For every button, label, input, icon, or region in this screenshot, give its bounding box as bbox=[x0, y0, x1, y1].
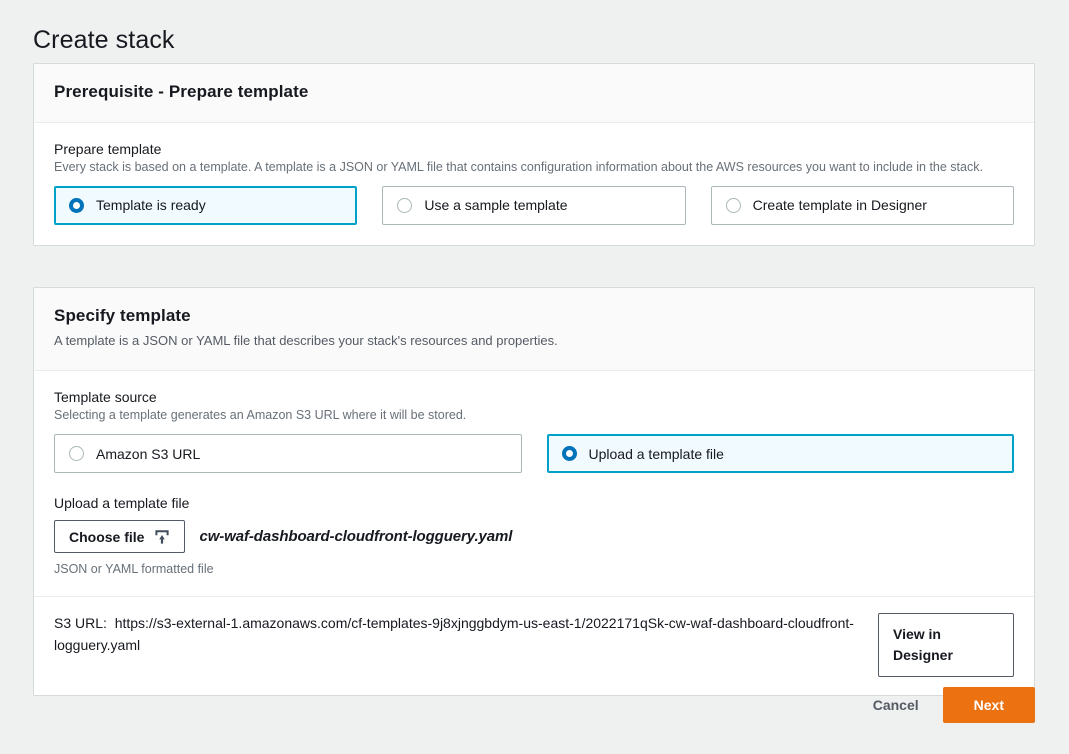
template-source-radio-group: Amazon S3 URL Upload a template file bbox=[54, 434, 1014, 474]
s3-url-text: S3 URL: https://s3-external-1.amazonaws.… bbox=[54, 613, 854, 656]
footer-actions: Cancel Next bbox=[867, 687, 1035, 723]
radio-upload-a-template-file-label: Upload a template file bbox=[588, 445, 724, 462]
specify-template-card-body: Template source Selecting a template gen… bbox=[34, 371, 1034, 597]
prepare-template-description: Every stack is based on a template. A te… bbox=[54, 160, 983, 174]
selected-file-name: cw-waf-dashboard-cloudfront-logguery.yam… bbox=[199, 528, 513, 546]
radio-use-a-sample-template[interactable]: Use a sample template bbox=[382, 185, 686, 225]
radio-indicator-icon bbox=[561, 446, 577, 462]
radio-indicator-icon bbox=[397, 197, 413, 213]
radio-upload-a-template-file[interactable]: Upload a template file bbox=[546, 434, 1014, 474]
template-source-description: Selecting a template generates an Amazon… bbox=[54, 408, 467, 423]
radio-amazon-s3-url[interactable]: Amazon S3 URL bbox=[54, 434, 522, 474]
prerequisite-heading: Prerequisite - Prepare template bbox=[54, 82, 309, 101]
s3-url-label: S3 URL: bbox=[54, 615, 107, 632]
radio-create-template-in-designer[interactable]: Create template in Designer bbox=[710, 185, 1014, 225]
prepare-template-radio-group: Template is ready Use a sample template … bbox=[54, 185, 1014, 225]
specify-template-card-header: Specify template A template is a JSON or… bbox=[34, 288, 1034, 372]
cancel-button[interactable]: Cancel bbox=[867, 688, 925, 722]
upload-file-row: Choose file cw-waf-dashboard-cloudfront-… bbox=[54, 520, 1014, 554]
s3-url-row: S3 URL: https://s3-external-1.amazonaws.… bbox=[34, 597, 1034, 695]
prerequisite-card: Prerequisite - Prepare template Prepare … bbox=[33, 63, 1035, 246]
upload-template-file-label: Upload a template file bbox=[54, 495, 190, 512]
radio-indicator-icon bbox=[69, 446, 84, 462]
view-in-designer-button[interactable]: View in Designer bbox=[878, 613, 1014, 678]
choose-file-button-label: Choose file bbox=[69, 528, 145, 545]
s3-url-value: https://s3-external-1.amazonaws.com/cf-t… bbox=[54, 615, 854, 653]
specify-template-subheading: A template is a JSON or YAML file that d… bbox=[54, 333, 558, 348]
radio-amazon-s3-url-label: Amazon S3 URL bbox=[96, 445, 201, 462]
radio-indicator-icon bbox=[725, 197, 741, 213]
create-stack-page: Create stack Prerequisite - Prepare temp… bbox=[0, 0, 1069, 754]
prerequisite-card-body: Prepare template Every stack is based on… bbox=[34, 123, 1034, 245]
radio-template-is-ready-label: Template is ready bbox=[96, 197, 206, 214]
prerequisite-card-header: Prerequisite - Prepare template bbox=[34, 64, 1034, 123]
file-format-hint: JSON or YAML formatted file bbox=[54, 562, 214, 577]
radio-indicator-icon bbox=[69, 197, 84, 213]
next-button[interactable]: Next bbox=[942, 687, 1035, 723]
specify-template-heading: Specify template bbox=[54, 306, 191, 325]
choose-file-button[interactable]: Choose file bbox=[54, 520, 186, 554]
prepare-template-label: Prepare template bbox=[54, 141, 162, 157]
specify-template-card: Specify template A template is a JSON or… bbox=[33, 287, 1035, 697]
radio-create-template-in-designer-label: Create template in Designer bbox=[752, 197, 927, 214]
upload-icon bbox=[154, 529, 170, 545]
page-title: Create stack bbox=[33, 25, 175, 54]
radio-use-a-sample-template-label: Use a sample template bbox=[424, 197, 568, 214]
template-source-label: Template source bbox=[54, 389, 157, 406]
radio-template-is-ready[interactable]: Template is ready bbox=[54, 185, 358, 225]
